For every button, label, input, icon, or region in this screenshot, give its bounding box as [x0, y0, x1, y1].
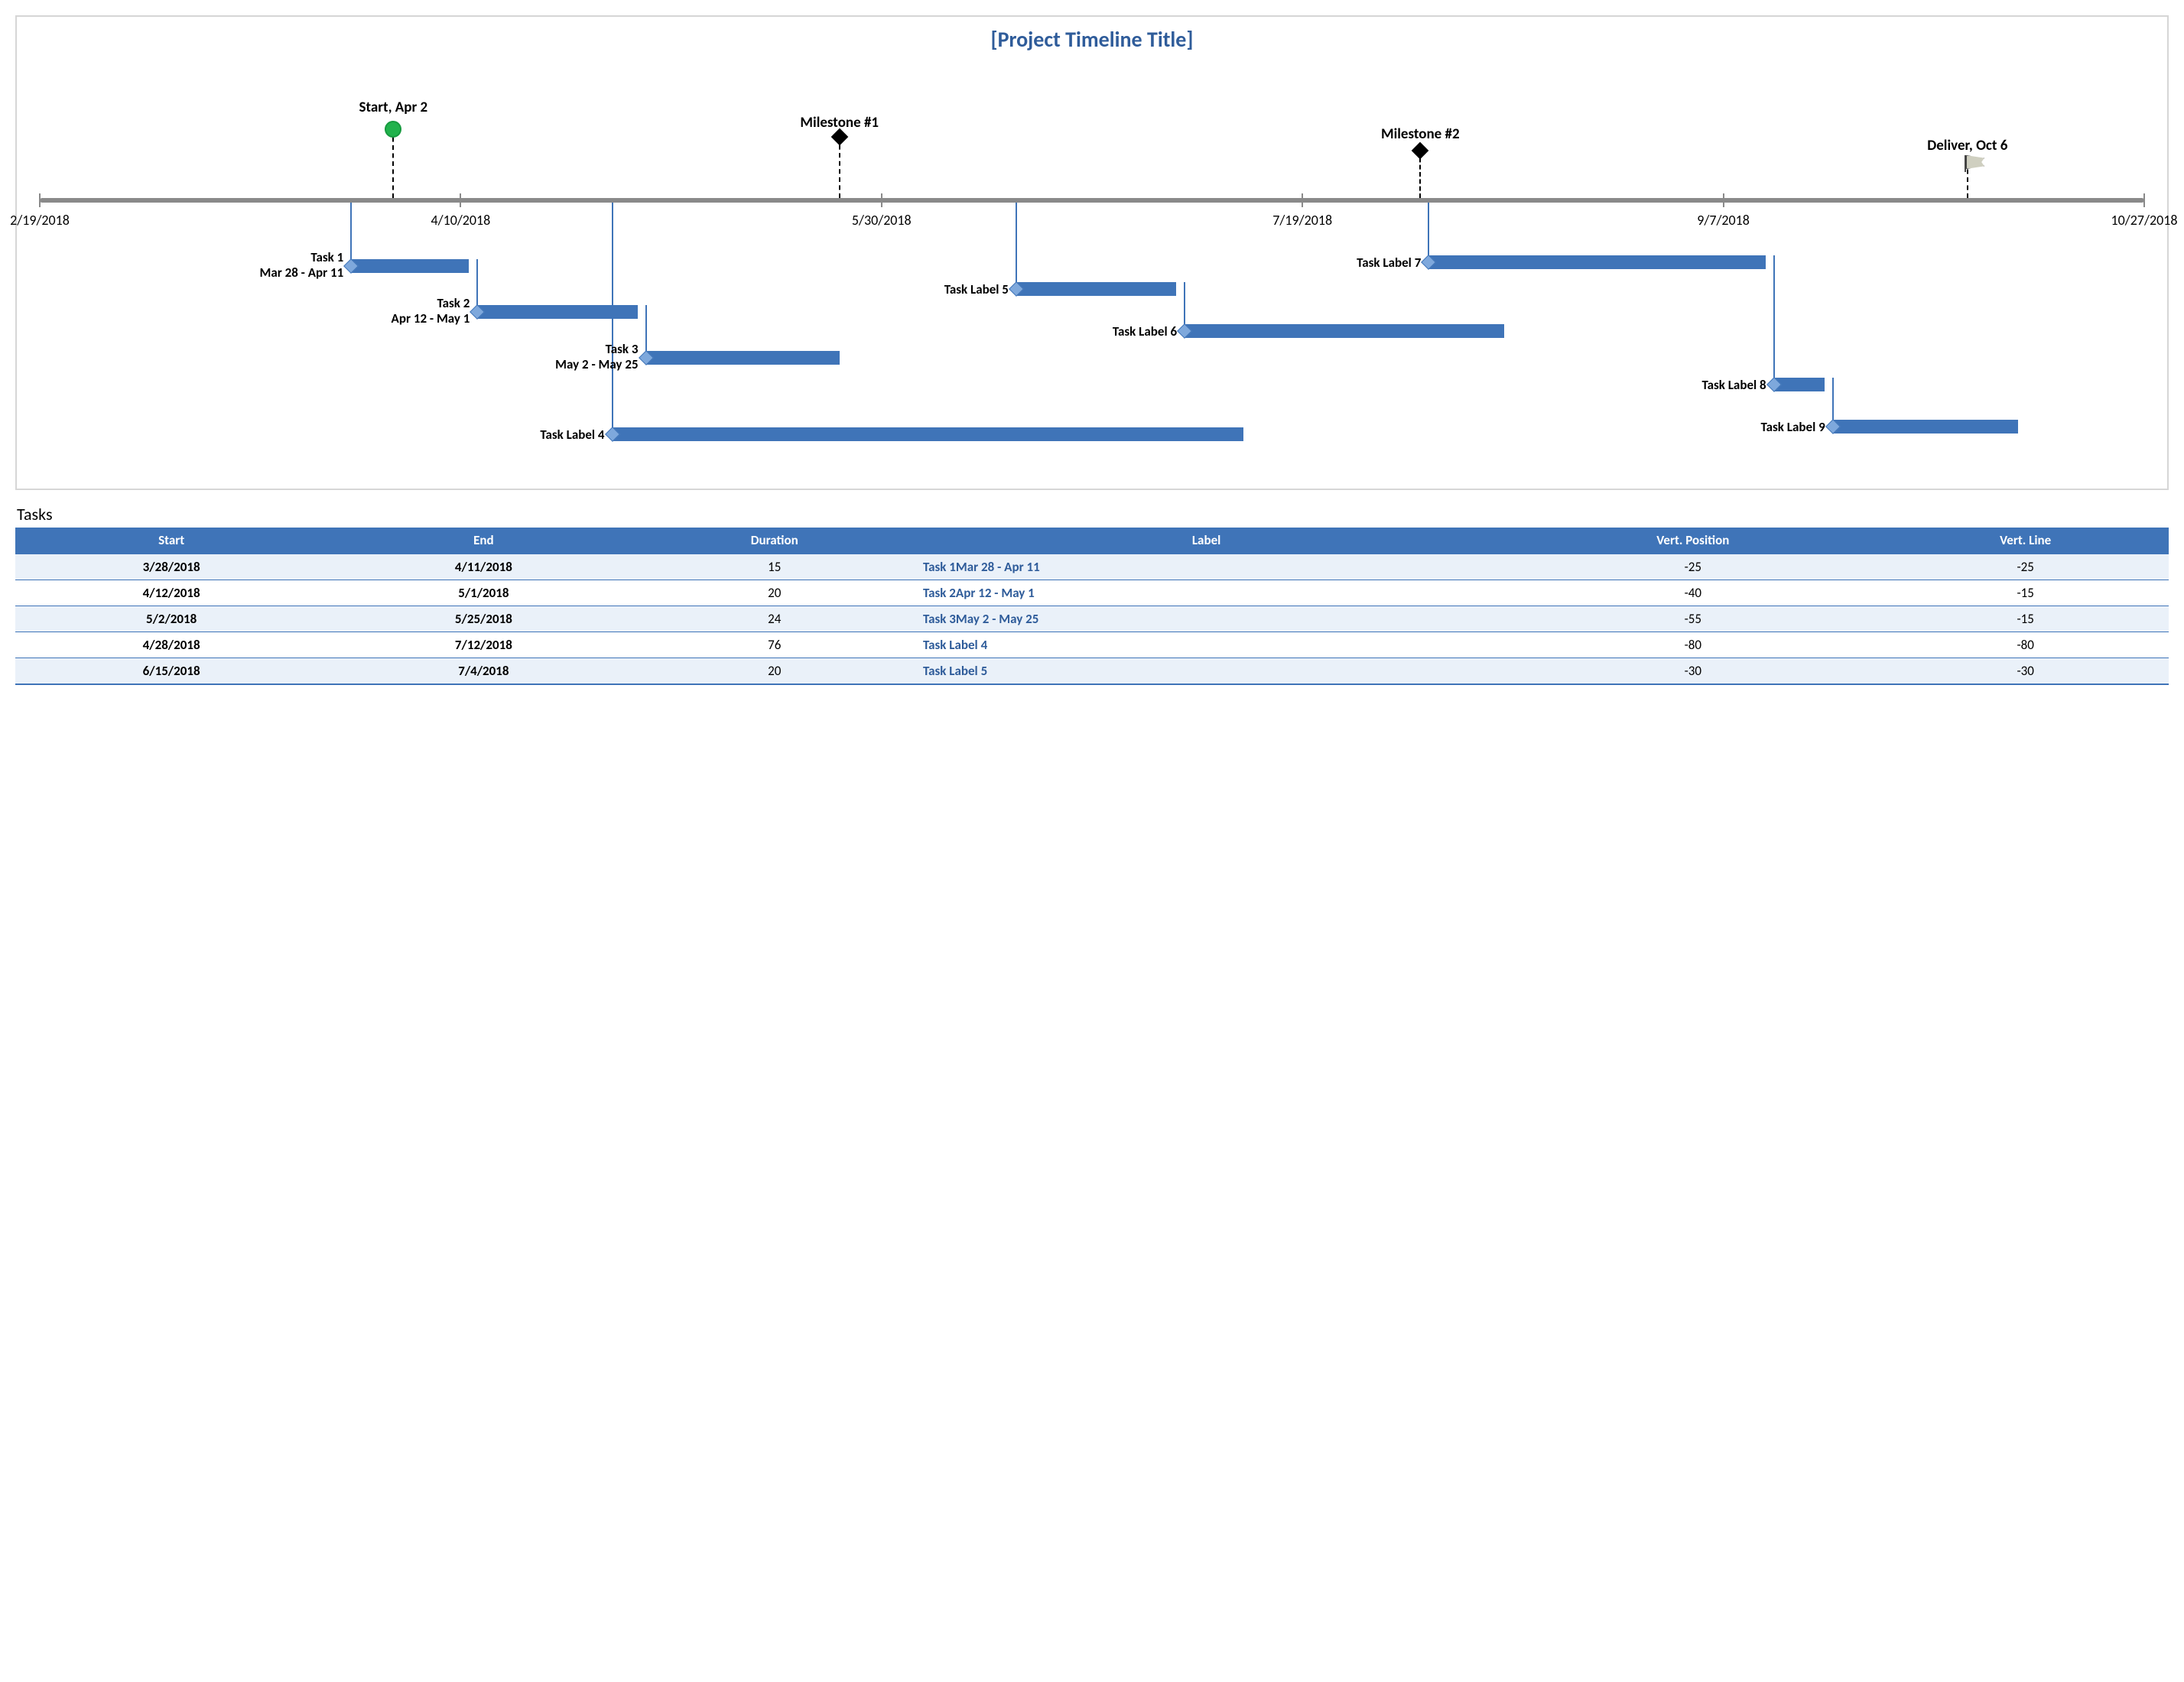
tasks-table-body: 3/28/20184/11/201815Task 1Mar 28 - Apr 1… — [15, 554, 2169, 684]
task-label: Task 2Apr 12 - May 1 — [392, 296, 478, 326]
task-label: Task Label 8 — [1701, 378, 1773, 393]
task-label: Task 1Mar 28 - Apr 11 — [259, 250, 351, 280]
chart-title: [Project Timeline Title] — [40, 26, 2144, 53]
table-col-duration: Duration — [640, 528, 909, 554]
axis-tick — [1723, 193, 1724, 207]
milestone-diamond-icon — [1412, 142, 1429, 160]
axis-tick-label: 10/27/2018 — [2111, 212, 2178, 229]
axis-tick — [460, 193, 461, 207]
table-col-end: End — [327, 528, 639, 554]
milestone-label: Start, Apr 2 — [359, 99, 427, 116]
task-bar — [646, 351, 840, 365]
table-col-vert-line: Vert. Line — [1882, 528, 2169, 554]
chart-plot-area: 2/19/20184/10/20185/30/20187/19/20189/7/… — [40, 60, 2144, 466]
x-axis-line — [40, 198, 2144, 203]
task-bar — [351, 259, 469, 273]
task-bar — [613, 427, 1244, 441]
table-row: 3/28/20184/11/201815Task 1Mar 28 - Apr 1… — [15, 554, 2169, 580]
start-dot-icon — [385, 121, 401, 138]
axis-tick-label: 2/19/2018 — [10, 212, 70, 229]
task-bar — [1016, 282, 1176, 296]
task-leader-line — [1773, 255, 1775, 385]
table-row: 5/2/20185/25/201824Task 3May 2 - May 25-… — [15, 606, 2169, 632]
axis-tick — [2143, 193, 2145, 207]
table-row: 4/12/20185/1/201820Task 2Apr 12 - May 1-… — [15, 580, 2169, 606]
milestone-label: Milestone #2 — [1381, 125, 1460, 143]
table-col-label: Label — [909, 528, 1503, 554]
task-leader-line — [1016, 203, 1017, 289]
table-row: 4/28/20187/12/201876Task Label 4-80-80 — [15, 632, 2169, 658]
tasks-table-header-row: StartEndDurationLabelVert. PositionVert.… — [15, 528, 2169, 554]
task-label: Task Label 7 — [1357, 255, 1428, 271]
task-label: Task Label 5 — [944, 282, 1016, 297]
timeline-chart-frame: [Project Timeline Title] 2/19/20184/10/2… — [15, 15, 2169, 490]
milestone-leader — [392, 129, 394, 198]
axis-tick-label: 7/19/2018 — [1272, 212, 1332, 229]
milestone-label: Deliver, Oct 6 — [1927, 137, 2007, 154]
task-bar — [477, 305, 637, 319]
axis-tick — [881, 193, 882, 207]
axis-tick-label: 5/30/2018 — [852, 212, 912, 229]
milestone-leader — [839, 137, 840, 198]
axis-tick — [39, 193, 41, 207]
task-label: Task 3May 2 - May 25 — [555, 342, 645, 372]
task-label: Task Label 6 — [1113, 324, 1185, 339]
task-bar — [1428, 255, 1765, 269]
tasks-table-title: Tasks — [17, 504, 2167, 524]
axis-tick — [1302, 193, 1303, 207]
task-bar — [1185, 324, 1504, 338]
table-col-vert-position: Vert. Position — [1503, 528, 1882, 554]
task-label: Task Label 4 — [540, 427, 612, 443]
axis-tick-label: 9/7/2018 — [1697, 212, 1750, 229]
axis-tick-label: 4/10/2018 — [431, 212, 491, 229]
task-label: Task Label 9 — [1761, 420, 1833, 435]
table-col-start: Start — [15, 528, 327, 554]
tasks-table: StartEndDurationLabelVert. PositionVert.… — [15, 528, 2169, 685]
task-leader-line — [1428, 203, 1429, 262]
table-row: 6/15/20187/4/201820Task Label 5-30-30 — [15, 658, 2169, 685]
finish-flag-icon — [1966, 155, 1984, 169]
task-bar — [1833, 420, 2018, 433]
